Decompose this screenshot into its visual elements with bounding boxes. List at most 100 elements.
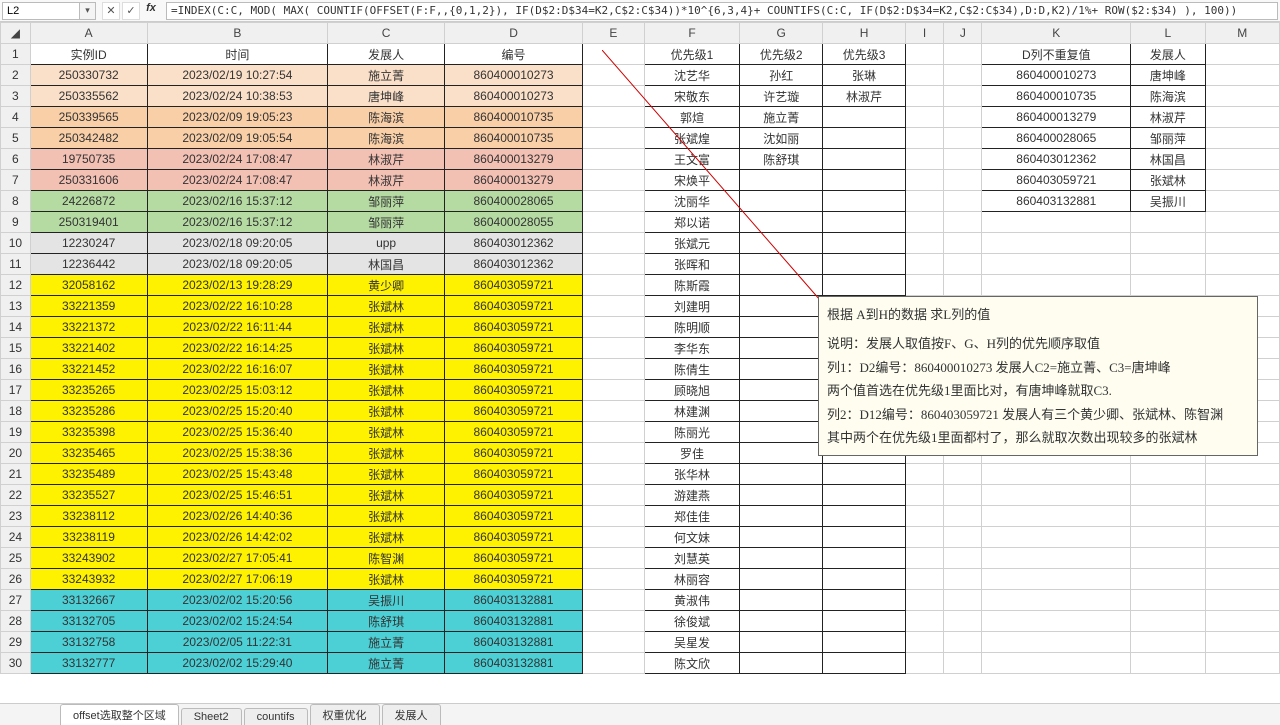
- cell-E11[interactable]: [583, 254, 645, 275]
- cell-A22[interactable]: 33235527: [30, 485, 147, 506]
- cell-D15[interactable]: 860403059721: [445, 338, 583, 359]
- cell-F2[interactable]: 沈艺华: [644, 65, 740, 86]
- cell-L10[interactable]: [1131, 233, 1205, 254]
- row-header[interactable]: 10: [1, 233, 31, 254]
- row-header[interactable]: 7: [1, 170, 31, 191]
- row[interactable]: 42503395652023/02/09 19:05:23陈海滨86040001…: [1, 107, 1280, 128]
- cell-H1[interactable]: 优先级3: [823, 44, 906, 65]
- cell-B22[interactable]: 2023/02/25 15:46:51: [147, 485, 328, 506]
- cell-F12[interactable]: 陈斯霞: [644, 275, 740, 296]
- cell-J26[interactable]: [944, 569, 982, 590]
- cell-B14[interactable]: 2023/02/22 16:11:44: [147, 317, 328, 338]
- cell-A9[interactable]: 250319401: [30, 212, 147, 233]
- cell-D18[interactable]: 860403059721: [445, 401, 583, 422]
- cell-J8[interactable]: [944, 191, 982, 212]
- cell-G5[interactable]: 沈如丽: [740, 128, 823, 149]
- cell-K29[interactable]: [982, 632, 1131, 653]
- cell-F27[interactable]: 黄淑伟: [644, 590, 740, 611]
- cell-C9[interactable]: 邹丽萍: [328, 212, 445, 233]
- accept-formula-icon[interactable]: ✓: [122, 2, 140, 20]
- cell-D14[interactable]: 860403059721: [445, 317, 583, 338]
- cell-J21[interactable]: [944, 464, 982, 485]
- cell-B2[interactable]: 2023/02/19 10:27:54: [147, 65, 328, 86]
- cell-B6[interactable]: 2023/02/24 17:08:47: [147, 149, 328, 170]
- cell-L29[interactable]: [1131, 632, 1205, 653]
- cell-A7[interactable]: 250331606: [30, 170, 147, 191]
- sheet-tab[interactable]: 权重优化: [310, 704, 380, 725]
- row-header[interactable]: 24: [1, 527, 31, 548]
- cell-L6[interactable]: 林国昌: [1131, 149, 1205, 170]
- col-header[interactable]: J: [944, 23, 982, 44]
- cell-J27[interactable]: [944, 590, 982, 611]
- cell-C20[interactable]: 张斌林: [328, 443, 445, 464]
- cell-D29[interactable]: 860403132881: [445, 632, 583, 653]
- cell-J2[interactable]: [944, 65, 982, 86]
- cell-G2[interactable]: 孙红: [740, 65, 823, 86]
- cell-B20[interactable]: 2023/02/25 15:38:36: [147, 443, 328, 464]
- cell-J25[interactable]: [944, 548, 982, 569]
- cell-C3[interactable]: 唐坤峰: [328, 86, 445, 107]
- cell-M7[interactable]: [1205, 170, 1279, 191]
- cell-A14[interactable]: 33221372: [30, 317, 147, 338]
- cell-H4[interactable]: [823, 107, 906, 128]
- cell-D22[interactable]: 860403059721: [445, 485, 583, 506]
- cell-E1[interactable]: [583, 44, 645, 65]
- cell-H25[interactable]: [823, 548, 906, 569]
- cell-C25[interactable]: 陈智渊: [328, 548, 445, 569]
- cell-I12[interactable]: [905, 275, 943, 296]
- row-header[interactable]: 5: [1, 128, 31, 149]
- cell-A3[interactable]: 250335562: [30, 86, 147, 107]
- cell-K9[interactable]: [982, 212, 1131, 233]
- cell-F10[interactable]: 张斌元: [644, 233, 740, 254]
- cell-B3[interactable]: 2023/02/24 10:38:53: [147, 86, 328, 107]
- cell-F15[interactable]: 李华东: [644, 338, 740, 359]
- cell-E2[interactable]: [583, 65, 645, 86]
- cell-B15[interactable]: 2023/02/22 16:14:25: [147, 338, 328, 359]
- cell-G8[interactable]: [740, 191, 823, 212]
- cell-L25[interactable]: [1131, 548, 1205, 569]
- cell-K26[interactable]: [982, 569, 1131, 590]
- cell-D9[interactable]: 860400028055: [445, 212, 583, 233]
- cell-L26[interactable]: [1131, 569, 1205, 590]
- cell-A13[interactable]: 33221359: [30, 296, 147, 317]
- cell-A21[interactable]: 33235489: [30, 464, 147, 485]
- cell-K11[interactable]: [982, 254, 1131, 275]
- cell-D8[interactable]: 860400028065: [445, 191, 583, 212]
- cell-D7[interactable]: 860400013279: [445, 170, 583, 191]
- cell-J22[interactable]: [944, 485, 982, 506]
- cell-B30[interactable]: 2023/02/02 15:29:40: [147, 653, 328, 674]
- cell-D2[interactable]: 860400010273: [445, 65, 583, 86]
- cell-C5[interactable]: 陈海滨: [328, 128, 445, 149]
- cell-C11[interactable]: 林国昌: [328, 254, 445, 275]
- cell-F18[interactable]: 林建渊: [644, 401, 740, 422]
- cell-K23[interactable]: [982, 506, 1131, 527]
- cell-F17[interactable]: 顾晓旭: [644, 380, 740, 401]
- cell-K21[interactable]: [982, 464, 1131, 485]
- cell-H27[interactable]: [823, 590, 906, 611]
- cell-G3[interactable]: 许艺璇: [740, 86, 823, 107]
- cell-D28[interactable]: 860403132881: [445, 611, 583, 632]
- select-all-corner[interactable]: ◢: [1, 23, 31, 44]
- cell-C21[interactable]: 张斌林: [328, 464, 445, 485]
- cell-I2[interactable]: [905, 65, 943, 86]
- cell-A23[interactable]: 33238112: [30, 506, 147, 527]
- row-header[interactable]: 20: [1, 443, 31, 464]
- cell-E21[interactable]: [583, 464, 645, 485]
- cell-E13[interactable]: [583, 296, 645, 317]
- cell-I9[interactable]: [905, 212, 943, 233]
- cell-F5[interactable]: 张斌煌: [644, 128, 740, 149]
- cell-G21[interactable]: [740, 464, 823, 485]
- cell-F19[interactable]: 陈丽光: [644, 422, 740, 443]
- cell-G29[interactable]: [740, 632, 823, 653]
- row-header[interactable]: 19: [1, 422, 31, 443]
- cell-D10[interactable]: 860403012362: [445, 233, 583, 254]
- cell-H2[interactable]: 张琳: [823, 65, 906, 86]
- cell-I8[interactable]: [905, 191, 943, 212]
- cell-L7[interactable]: 张斌林: [1131, 170, 1205, 191]
- cell-A20[interactable]: 33235465: [30, 443, 147, 464]
- cell-G9[interactable]: [740, 212, 823, 233]
- cell-E16[interactable]: [583, 359, 645, 380]
- row-header[interactable]: 9: [1, 212, 31, 233]
- cell-K22[interactable]: [982, 485, 1131, 506]
- cell-C10[interactable]: upp: [328, 233, 445, 254]
